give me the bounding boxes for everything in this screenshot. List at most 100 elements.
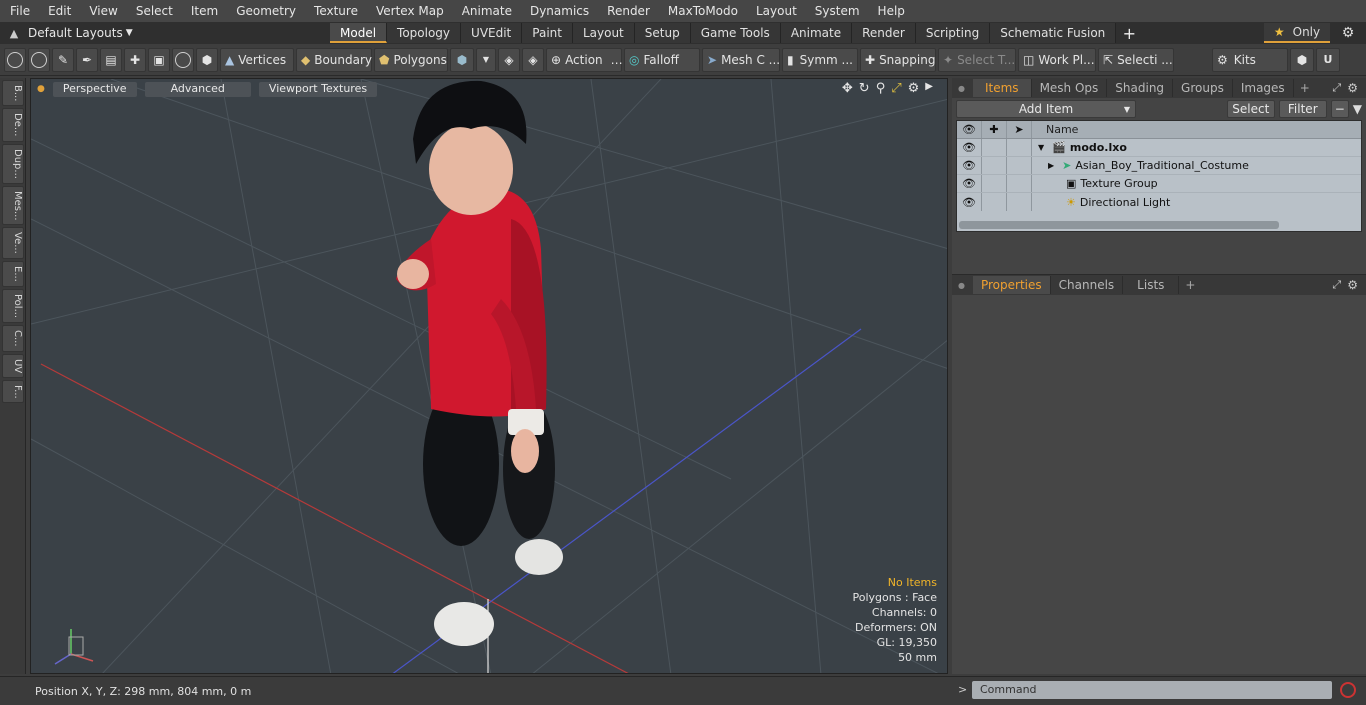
kits-button[interactable]: ⚙ Kits (1212, 47, 1288, 72)
perspective-button[interactable]: Perspective (52, 81, 137, 97)
lock-column-icon[interactable]: ✚ (982, 123, 1006, 136)
vertices-button[interactable]: ▲ Vertices (220, 47, 294, 72)
left-tab-vertex[interactable]: Ve... (2, 227, 24, 260)
command-input[interactable]: Command (972, 681, 1332, 699)
viewport-textures-button[interactable]: Viewport Textures (258, 81, 378, 97)
menu-item[interactable]: Item (181, 4, 226, 18)
zoom-icon[interactable]: ⚲ (876, 81, 886, 96)
tab-topology[interactable]: Topology (387, 23, 462, 43)
items-expand-icon[interactable]: ⤢ (1332, 81, 1341, 95)
brush-button[interactable]: ✒ (76, 47, 98, 72)
menu-select[interactable]: Select (126, 4, 181, 18)
item-row-scene[interactable]: 👁 ▼ 🎬 modo.lxo (957, 139, 1361, 157)
tab-uvedit[interactable]: UVEdit (461, 23, 523, 43)
pen-button[interactable]: ✎ (52, 47, 74, 72)
add-item-button[interactable]: Add Item ▼ (956, 100, 1136, 118)
left-tab-basic[interactable]: B... (2, 80, 24, 107)
symmetry-button[interactable]: ▮ Symm ... (782, 47, 858, 72)
menu-edit[interactable]: Edit (38, 4, 79, 18)
shield-button-2[interactable]: ◈ (522, 47, 544, 72)
pan-icon[interactable]: ✥ (842, 81, 853, 96)
tab-lists[interactable]: Lists (1123, 276, 1180, 294)
align-button[interactable]: ▤ (100, 47, 122, 72)
eye-icon[interactable]: 👁 (957, 159, 981, 172)
left-tab-edge[interactable]: E... (2, 261, 24, 287)
visibility-column-icon[interactable]: 👁 (957, 123, 981, 136)
maximize-icon[interactable]: ⤢ (891, 81, 901, 96)
select-button[interactable]: Select (1226, 100, 1275, 118)
center-button[interactable]: ✚ (124, 47, 146, 72)
tab-model[interactable]: Model (330, 23, 388, 43)
expand-right-icon[interactable]: ▶ (1048, 161, 1054, 170)
expand-down-icon[interactable]: ▼ (1038, 143, 1044, 152)
left-tab-uv[interactable]: UV (2, 353, 24, 378)
left-tab-polygon[interactable]: Pol... (2, 288, 24, 323)
item-mode-button[interactable]: ⬢ (196, 47, 218, 72)
polygons-button[interactable]: ⬟ Polygons (374, 47, 448, 72)
tab-items[interactable]: Items (972, 79, 1032, 97)
select-circle-button[interactable] (4, 47, 26, 72)
record-icon[interactable] (1340, 682, 1356, 698)
layout-selector[interactable]: Default Layouts (28, 26, 123, 40)
menu-dynamics[interactable]: Dynamics (520, 4, 597, 18)
left-tab-mesh-edit[interactable]: Mes... (2, 185, 24, 226)
snapping-button[interactable]: ✚ Snapping (860, 47, 936, 72)
menu-system[interactable]: System (805, 4, 868, 18)
menu-geometry[interactable]: Geometry (226, 4, 304, 18)
work-plane-button[interactable]: ◫ Work Pl... (1018, 47, 1096, 72)
menu-help[interactable]: Help (868, 4, 913, 18)
props-add-tab-icon[interactable]: + (1185, 278, 1195, 292)
clock-button[interactable] (172, 47, 194, 72)
character-model[interactable] (396, 80, 563, 646)
viewport-gear-icon[interactable]: ⚙ (908, 81, 920, 96)
menu-layout[interactable]: Layout (746, 4, 805, 18)
tab-layout[interactable]: Layout (572, 23, 635, 43)
material-button[interactable]: ⬢ (450, 47, 474, 72)
eye-icon[interactable]: 👁 (957, 141, 981, 154)
props-gear-icon[interactable]: ⚙ (1347, 278, 1358, 292)
name-column-header[interactable]: Name (1046, 123, 1078, 136)
menu-animate[interactable]: Animate (452, 4, 520, 18)
mesh-constraint-button[interactable]: ➤ Mesh C ... (702, 47, 780, 72)
collapse-button[interactable]: − (1330, 100, 1349, 118)
funnel-icon[interactable]: ▼ (1353, 102, 1362, 116)
globe-button[interactable] (28, 47, 50, 72)
unity-button[interactable]: ⬢ (1290, 47, 1314, 72)
action-button[interactable]: ⊕ Action… (546, 47, 623, 72)
tab-setup[interactable]: Setup (634, 23, 691, 43)
tab-mesh-ops[interactable]: Mesh Ops (1032, 79, 1108, 97)
tab-groups[interactable]: Groups (1173, 79, 1233, 97)
left-tab-curve[interactable]: C... (2, 324, 24, 352)
selection-sets-button[interactable]: ⇱ Selecti ... (1098, 47, 1174, 72)
menu-vertex-map[interactable]: Vertex Map (366, 4, 452, 18)
type-column-icon[interactable]: ➤ (1007, 123, 1031, 136)
items-add-tab-icon[interactable]: + (1300, 81, 1310, 95)
tab-channels[interactable]: Channels (1051, 276, 1124, 294)
item-row-mesh[interactable]: 👁 ▶ ➤ Asian_Boy_Traditional_Costume (957, 157, 1361, 175)
layout-arrow-icon[interactable]: ▲ (0, 27, 28, 40)
tab-properties[interactable]: Properties (972, 276, 1051, 294)
only-toggle[interactable]: ★ Only (1264, 23, 1330, 43)
tab-animate[interactable]: Animate (780, 23, 853, 43)
left-tab-fusion[interactable]: F... (2, 379, 24, 404)
menu-render[interactable]: Render (597, 4, 658, 18)
shield-button-1[interactable]: ◈ (498, 47, 520, 72)
menu-texture[interactable]: Texture (304, 4, 366, 18)
props-expand-icon[interactable]: ⤢ (1332, 278, 1341, 292)
tab-shading[interactable]: Shading (1107, 79, 1174, 97)
falloff-button[interactable]: ◎ Falloff (624, 47, 700, 72)
3d-viewport[interactable]: ● Perspective Advanced Viewport Textures… (30, 78, 948, 674)
eye-icon[interactable]: 👁 (957, 177, 981, 190)
item-row-light[interactable]: 👁 ☀ Directional Light (957, 193, 1361, 211)
add-tab-icon[interactable]: + (1116, 24, 1142, 43)
material-dropdown[interactable]: ▼ (476, 47, 496, 72)
tab-schematic-fusion[interactable]: Schematic Fusion (990, 23, 1117, 43)
viewport-arrow-icon[interactable]: ▶ (925, 81, 933, 96)
tab-scripting[interactable]: Scripting (915, 23, 991, 43)
advanced-button[interactable]: Advanced (144, 81, 251, 97)
boundary-button[interactable]: ◆ Boundary (296, 47, 372, 72)
items-gear-icon[interactable]: ⚙ (1347, 81, 1358, 95)
menu-view[interactable]: View (79, 4, 125, 18)
select-through-button[interactable]: ✦ Select T... (938, 47, 1016, 72)
eye-icon[interactable]: 👁 (957, 196, 981, 209)
